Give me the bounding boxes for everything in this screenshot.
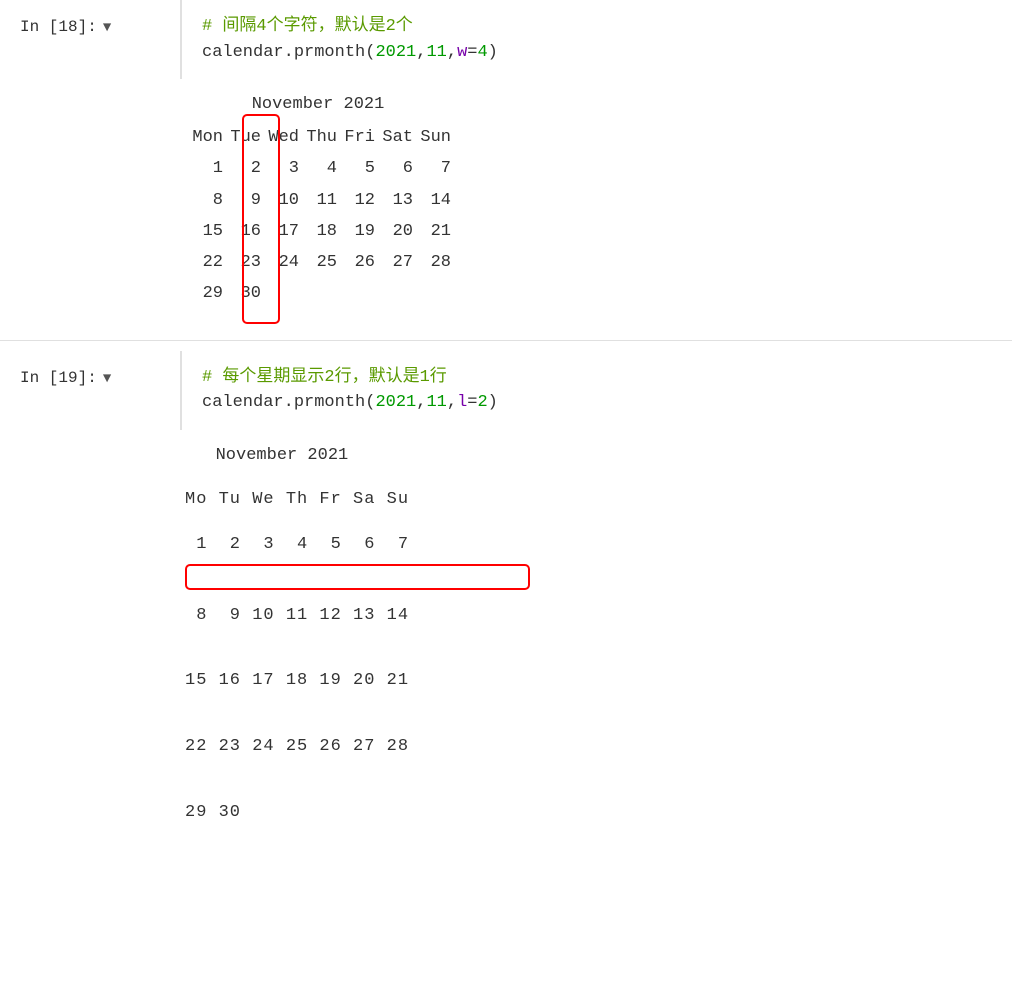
day-26: 26 [337, 247, 375, 278]
day-empty1 [261, 278, 299, 309]
code-param-18: w [457, 43, 467, 62]
cell-19-label: In [19]: ▼ [0, 351, 180, 401]
day-14: 14 [413, 185, 451, 216]
day-empty3 [337, 278, 375, 309]
day-1: 1 [185, 153, 223, 184]
code-n2-19: 11 [426, 393, 446, 412]
divider-1 [0, 340, 1012, 341]
week-row-1: 1 2 3 4 5 6 7 [185, 153, 451, 184]
day-9: 9 [223, 185, 261, 216]
cal19-week2-row1: 8 9 10 11 12 13 14 [185, 602, 992, 631]
cell-18-label-text: In [18]: [20, 18, 97, 36]
day-27: 27 [375, 247, 413, 278]
day-10: 10 [261, 185, 299, 216]
cal19-week1-row2-wrap [185, 564, 992, 593]
day-18: 18 [299, 216, 337, 247]
day-4: 4 [299, 153, 337, 184]
cell-18-code: calendar.prmonth(2021,11,w=4) [202, 40, 992, 66]
calendar-18-header-row: Mon Tue Wed Thu Fri Sat Sun [185, 122, 451, 153]
day-5: 5 [337, 153, 375, 184]
calendar-18-title-row: November 2021 [185, 89, 451, 122]
day-23: 23 [223, 247, 261, 278]
day-12: 12 [337, 185, 375, 216]
cal19-week5-row1: 29 30 [185, 799, 992, 828]
calendar-18-table: November 2021 Mon Tue Wed Thu Fri Sat Su… [185, 89, 451, 309]
day-8: 8 [185, 185, 223, 216]
day-13: 13 [375, 185, 413, 216]
week-row-5: 29 30 [185, 278, 451, 309]
day-30: 30 [223, 278, 261, 309]
code-func-19: calendar.prmonth( [202, 393, 375, 412]
day-empty5 [413, 278, 451, 309]
day-7: 7 [413, 153, 451, 184]
week-row-2: 8 9 10 11 12 13 14 [185, 185, 451, 216]
day-15: 15 [185, 216, 223, 247]
output-19: November 2021 Mo Tu We Th Fr Sa Su 1 2 3… [0, 430, 1012, 848]
calendar-19: November 2021 Mo Tu We Th Fr Sa Su 1 2 3… [185, 442, 992, 828]
cell-18-content: # 间隔4个字符，默认是2个 calendar.prmonth(2021,11,… [180, 0, 1012, 79]
code-param-19: l [457, 393, 467, 412]
day-3: 3 [261, 153, 299, 184]
code-n2-18: 11 [426, 43, 446, 62]
cell-18-label: In [18]: ▼ [0, 0, 180, 50]
red-box-blank-row [185, 564, 530, 590]
cell-19: In [19]: ▼ # 每个星期显示2行，默认是1行 calendar.prm… [0, 351, 1012, 430]
code-n3-19: 2 [477, 393, 487, 412]
cell-18-comment: # 间隔4个字符，默认是2个 [202, 14, 992, 40]
code-n3-18: 4 [477, 43, 487, 62]
cell-19-code: calendar.prmonth(2021,11,l=2) [202, 390, 992, 416]
cell-18-arrow[interactable]: ▼ [103, 20, 111, 36]
cal19-week4-row2 [185, 762, 992, 791]
code-n1-19: 2021 [375, 393, 416, 412]
code-n1-18: 2021 [375, 43, 416, 62]
col-tue: Tue [223, 122, 261, 153]
comment-text-18: # 间隔4个字符，默认是2个 [202, 17, 413, 36]
col-thu: Thu [299, 122, 337, 153]
cell-19-label-text: In [19]: [20, 369, 97, 387]
comment-text-19: # 每个星期显示2行，默认是1行 [202, 368, 447, 387]
cell-19-arrow[interactable]: ▼ [103, 371, 111, 387]
cal19-title: November 2021 [185, 442, 992, 471]
col-sat: Sat [375, 122, 413, 153]
day-29: 29 [185, 278, 223, 309]
day-22: 22 [185, 247, 223, 278]
week-row-4: 22 23 24 25 26 27 28 [185, 247, 451, 278]
cell-19-comment: # 每个星期显示2行，默认是1行 [202, 365, 992, 391]
day-2: 2 [223, 153, 261, 184]
cell-19-content: # 每个星期显示2行，默认是1行 calendar.prmonth(2021,1… [180, 351, 1012, 430]
cal19-week3-row2 [185, 696, 992, 725]
cell-18: In [18]: ▼ # 间隔4个字符，默认是2个 calendar.prmon… [0, 0, 1012, 79]
cal19-week1-row1: 1 2 3 4 5 6 7 [185, 531, 992, 560]
day-6: 6 [375, 153, 413, 184]
code-func-18: calendar.prmonth( [202, 43, 375, 62]
cal19-week3-row1: 15 16 17 18 19 20 21 [185, 667, 992, 696]
day-empty2 [299, 278, 337, 309]
calendar-18-wrap: November 2021 Mon Tue Wed Thu Fri Sat Su… [185, 89, 451, 309]
day-24: 24 [261, 247, 299, 278]
cal19-week4-row1: 22 23 24 25 26 27 28 [185, 733, 992, 762]
day-20: 20 [375, 216, 413, 247]
calendar-18-title: November 2021 [185, 89, 451, 122]
week-row-3: 15 16 17 18 19 20 21 [185, 216, 451, 247]
day-11: 11 [299, 185, 337, 216]
cal19-week2-row2 [185, 630, 992, 659]
output-18: November 2021 Mon Tue Wed Thu Fri Sat Su… [0, 79, 1012, 340]
day-16: 16 [223, 216, 261, 247]
day-empty4 [375, 278, 413, 309]
col-mon: Mon [185, 122, 223, 153]
day-21: 21 [413, 216, 451, 247]
col-sun: Sun [413, 122, 451, 153]
day-19: 19 [337, 216, 375, 247]
col-fri: Fri [337, 122, 375, 153]
day-17: 17 [261, 216, 299, 247]
day-28: 28 [413, 247, 451, 278]
col-wed: Wed [261, 122, 299, 153]
day-25: 25 [299, 247, 337, 278]
cal19-header: Mo Tu We Th Fr Sa Su [185, 486, 992, 515]
